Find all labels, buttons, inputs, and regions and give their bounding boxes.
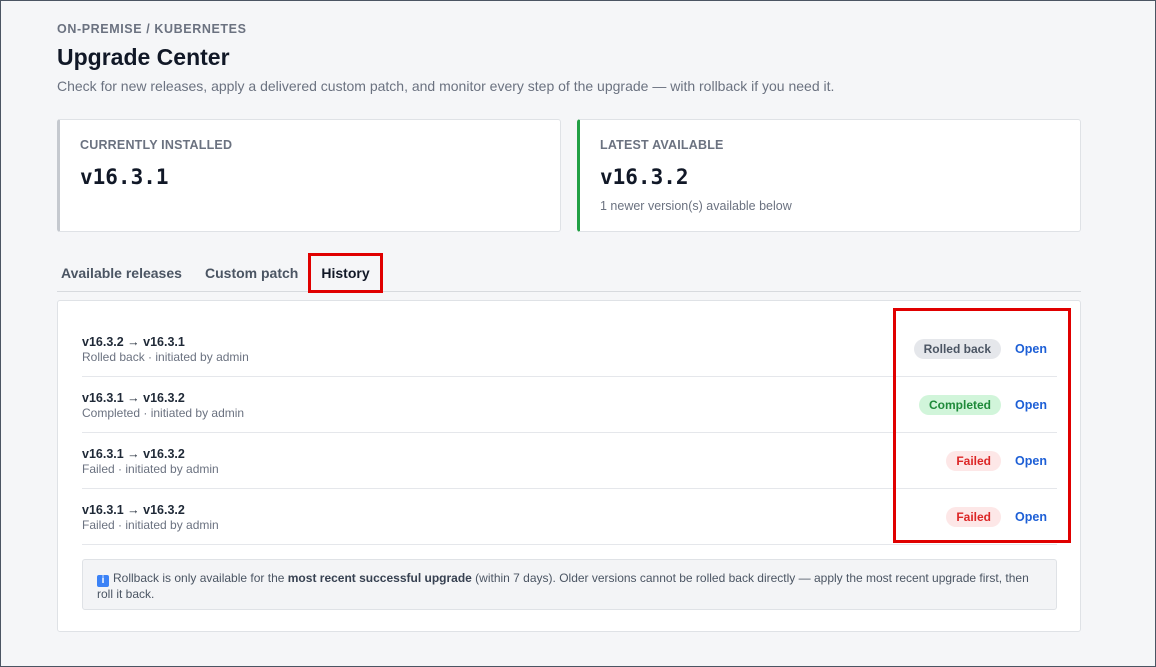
info-text-prefix: Rollback is only available for the	[113, 571, 288, 585]
history-row-detail: Failed · initiated by admin	[82, 518, 219, 532]
history-row-title: v16.3.1 → v16.3.2	[82, 503, 185, 517]
history-row-title: v16.3.1 → v16.3.2	[82, 391, 185, 405]
latest-note: 1 newer version(s) available below	[600, 199, 792, 213]
history-row-detail: Failed · initiated by admin	[82, 462, 219, 476]
tab-history[interactable]: History	[308, 253, 383, 293]
history-row: v16.3.1 → v16.3.2 Failed · initiated by …	[82, 433, 1057, 489]
status-badge: Failed	[946, 507, 1001, 527]
history-row-title: v16.3.1 → v16.3.2	[82, 447, 185, 461]
status-badge: Completed	[918, 395, 1001, 415]
tab-bar: Available releases Custom patch History	[57, 253, 1081, 293]
history-panel: v16.3.2 → v16.3.1 Rolled back · initiate…	[57, 300, 1081, 632]
status-badge: Failed	[946, 451, 1001, 471]
history-row-detail: Rolled back · initiated by admin	[82, 350, 249, 364]
open-link[interactable]: Open	[1015, 454, 1047, 468]
history-row: v16.3.1 → v16.3.2 Failed · initiated by …	[82, 489, 1057, 545]
latest-label: LATEST AVAILABLE	[600, 138, 724, 152]
breadcrumb: ON-PREMISE / KUBERNETES	[57, 22, 247, 36]
open-link[interactable]: Open	[1015, 510, 1047, 524]
tab-custom-patch[interactable]: Custom patch	[205, 265, 298, 281]
info-icon: i	[97, 575, 109, 587]
latest-version: v16.3.2	[600, 165, 689, 189]
history-row-detail: Completed · initiated by admin	[82, 406, 245, 420]
open-link[interactable]: Open	[1015, 398, 1047, 412]
history-row: v16.3.2 → v16.3.1 Rolled back · initiate…	[82, 321, 1057, 377]
info-text-bold: most recent successful upgrade	[287, 571, 472, 585]
rollback-info-note: i Rollback is only available for the most…	[82, 559, 1057, 610]
status-badge: Rolled back	[913, 339, 1001, 359]
latest-available-card: LATEST AVAILABLE v16.3.2 1 newer version…	[577, 119, 1081, 232]
currently-installed-card: CURRENTLY INSTALLED v16.3.1	[57, 119, 561, 232]
page-title: Upgrade Center	[57, 44, 230, 70]
history-row-title: v16.3.2 → v16.3.1	[82, 335, 185, 349]
tab-available-releases[interactable]: Available releases	[61, 265, 182, 281]
history-row: v16.3.1 → v16.3.2 Completed · initiated …	[82, 377, 1057, 433]
open-link[interactable]: Open	[1015, 342, 1047, 356]
installed-version: v16.3.1	[80, 165, 169, 189]
page-subtitle: Check for new releases, apply a delivere…	[57, 78, 835, 94]
installed-label: CURRENTLY INSTALLED	[80, 138, 233, 152]
